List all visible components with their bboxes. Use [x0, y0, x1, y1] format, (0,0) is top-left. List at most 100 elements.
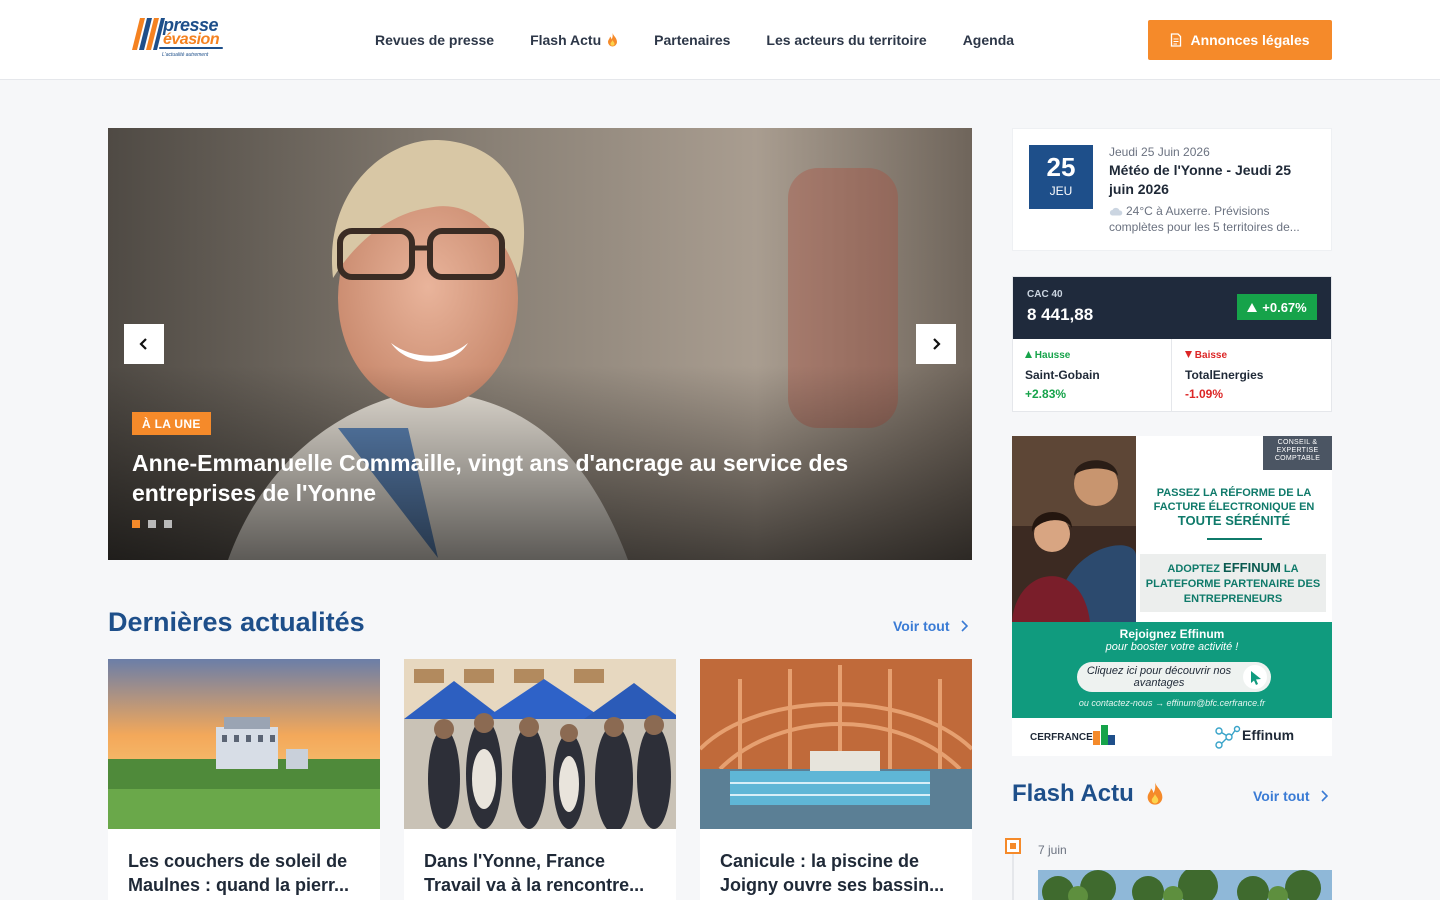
flash-timeline-marker: [1005, 838, 1021, 854]
nav-item-revues[interactable]: Revues de presse: [375, 32, 494, 48]
market-widget: CAC 40 8 441,88 +0.67% Hausse Saint-Goba…: [1012, 276, 1332, 412]
nav-item-acteurs[interactable]: Les acteurs du territoire: [766, 32, 926, 48]
carousel-dots: [132, 520, 180, 528]
ad-headline-divider: [1207, 538, 1262, 540]
ad-logos: CERFRANCE Effinum: [1012, 718, 1332, 756]
ad-headline: PASSEZ LA RÉFORME DE LA FACTURE ÉLECTRON…: [1142, 486, 1326, 529]
market-index-change: +0.67%: [1237, 294, 1317, 320]
pointer-icon: [1251, 671, 1261, 685]
carousel-dot-1[interactable]: [132, 520, 140, 528]
ad-sub-a: ADOPTEZ: [1167, 563, 1220, 575]
cloud-icon: [1109, 207, 1123, 216]
carousel-prev-button[interactable]: [124, 324, 164, 364]
ad-banner[interactable]: CONSEIL & EXPERTISE COMPTABLE PASSEZ LA …: [1012, 436, 1332, 756]
document-icon: [1171, 33, 1182, 47]
effinum-logo-text: Effinum: [1242, 727, 1295, 743]
market-index-name: CAC 40: [1027, 289, 1063, 300]
market-top-loser: Baisse TotalEnergies -1.09%: [1173, 339, 1332, 411]
loser-label: Baisse: [1185, 350, 1227, 361]
fire-icon: [608, 33, 618, 47]
news-card-image: [404, 659, 676, 829]
hero-title[interactable]: Anne-Emmanuelle Commaille, vingt ans d'a…: [132, 448, 932, 508]
news-card-image: [700, 659, 972, 829]
flash-actu-see-all-label: Voir tout: [1253, 788, 1310, 804]
gainer-pct: +2.83%: [1025, 387, 1067, 401]
loser-name: TotalEnergies: [1185, 368, 1264, 382]
ad-contact: ou contactez-nous → effinum@bfc.cerfranc…: [1078, 698, 1266, 708]
chevron-right-icon: [933, 338, 941, 350]
ad-photo: [1012, 436, 1136, 622]
market-index-value: 8 441,88: [1027, 305, 1094, 324]
news-card[interactable]: Dans l'Yonne, France Travail va à la ren…: [404, 659, 676, 900]
ad-boost: pour booster votre activité !: [1105, 641, 1239, 653]
ad-sub-b: EFFINUM: [1223, 560, 1281, 575]
weather-description-text: 24°C à Auxerre. Prévisions complètes pou…: [1109, 204, 1300, 234]
logo-underline: [159, 47, 223, 49]
nav-item-flash-actu-label: Flash Actu: [530, 32, 602, 48]
nav-item-agenda[interactable]: Agenda: [963, 32, 1014, 48]
effinum-logo-icon: [1215, 725, 1241, 749]
flash-actu-see-all[interactable]: Voir tout: [1253, 788, 1328, 804]
fire-icon: [1147, 782, 1163, 805]
legal-notices-label: Annonces légales: [1190, 32, 1310, 48]
flash-item-date: 7 juin: [1038, 843, 1067, 857]
flash-actu-title: Flash Actu: [1012, 780, 1164, 808]
chevron-right-icon: [960, 620, 968, 632]
news-card-image: [108, 659, 380, 829]
cerfrance-logo-icon: [1093, 725, 1115, 745]
ad-join: Rejoignez Effinum: [1119, 627, 1225, 641]
weather-day-short: JEU: [1049, 184, 1073, 198]
weather-widget[interactable]: 25 JEU Jeudi 25 Juin 2026 Météo de l'Yon…: [1012, 128, 1332, 251]
latest-news-title: Dernières actualités: [108, 607, 365, 637]
nav-item-partenaires[interactable]: Partenaires: [654, 32, 730, 48]
weather-title: Météo de l'Yonne - Jeudi 25 juin 2026: [1109, 162, 1291, 197]
carousel-dot-3[interactable]: [164, 520, 172, 528]
news-card-title: Dans l'Yonne, France Travail va à la ren…: [424, 851, 645, 895]
latest-news-see-all[interactable]: Voir tout: [893, 618, 968, 634]
site-header: presse évasion L'actualité autrement Rev…: [0, 0, 1440, 80]
gainer-name: Saint-Gobain: [1025, 368, 1100, 382]
ad-subheadline: ADOPTEZ EFFINUM LA PLATEFORME PARTENAIRE…: [1140, 554, 1326, 612]
market-top-gainer: Hausse Saint-Gobain +2.83%: [1013, 339, 1172, 411]
weather-date-line: Jeudi 25 Juin 2026: [1109, 145, 1210, 159]
flash-item-image[interactable]: [1038, 870, 1332, 900]
market-header: CAC 40 8 441,88 +0.67%: [1013, 277, 1331, 339]
gainer-label-text: Hausse: [1034, 350, 1071, 361]
triangle-down-icon: [1185, 351, 1192, 358]
loser-pct: -1.09%: [1185, 387, 1224, 401]
legal-notices-button[interactable]: Annonces légales: [1148, 20, 1332, 60]
weather-day-number: 25: [1046, 152, 1076, 182]
flash-actu-title-label: Flash Actu: [1012, 780, 1134, 807]
site-logo[interactable]: presse évasion L'actualité autrement: [126, 14, 230, 60]
ad-cta-button[interactable]: Cliquez ici pour découvrir nos avantages: [1077, 662, 1271, 692]
ad-headline-a: PASSEZ LA RÉFORME DE LA FACTURE ÉLECTRON…: [1153, 487, 1315, 513]
loser-label-text: Baisse: [1194, 350, 1228, 361]
carousel-next-button[interactable]: [916, 324, 956, 364]
carousel-dot-2[interactable]: [148, 520, 156, 528]
ad-headline-b: TOUTE SÉRÉNITÉ: [1177, 513, 1291, 528]
chevron-right-icon: [1320, 790, 1328, 802]
ad-tag: CONSEIL & EXPERTISE COMPTABLE: [1263, 436, 1332, 470]
weather-description: 24°C à Auxerre. Prévisions complètes pou…: [1109, 203, 1321, 235]
market-index-change-value: +0.67%: [1262, 299, 1307, 315]
triangle-up-icon: [1247, 302, 1258, 312]
triangle-up-icon: [1025, 351, 1032, 358]
logo-tagline: L'actualité autrement: [162, 52, 209, 58]
news-card[interactable]: Canicule : la piscine de Joigny ouvre se…: [700, 659, 972, 900]
chevron-left-icon: [139, 338, 147, 350]
main-nav: Revues de presse Flash Actu Partenaires …: [375, 0, 1050, 80]
hero-carousel: À LA UNE Anne-Emmanuelle Commaille, ving…: [108, 128, 972, 560]
hero-badge: À LA UNE: [132, 412, 211, 435]
cursor-click-icon: [1243, 665, 1267, 689]
news-card-title: Canicule : la piscine de Joigny ouvre se…: [720, 851, 945, 895]
weather-date-block: 25 JEU: [1029, 145, 1093, 209]
cerfrance-logo-text: CERFRANCE: [1030, 732, 1093, 743]
news-card[interactable]: Les couchers de soleil de Maulnes : quan…: [108, 659, 380, 900]
ad-cta-label: Cliquez ici pour découvrir nos avantages: [1086, 665, 1232, 689]
nav-item-flash-actu[interactable]: Flash Actu: [530, 32, 618, 48]
flash-item-photo: [1038, 870, 1332, 900]
news-card-title: Les couchers de soleil de Maulnes : quan…: [128, 851, 350, 895]
latest-news-see-all-label: Voir tout: [893, 618, 950, 634]
gainer-label: Hausse: [1025, 350, 1070, 361]
ad-cta-panel: Rejoignez Effinum pour booster votre act…: [1012, 622, 1332, 718]
